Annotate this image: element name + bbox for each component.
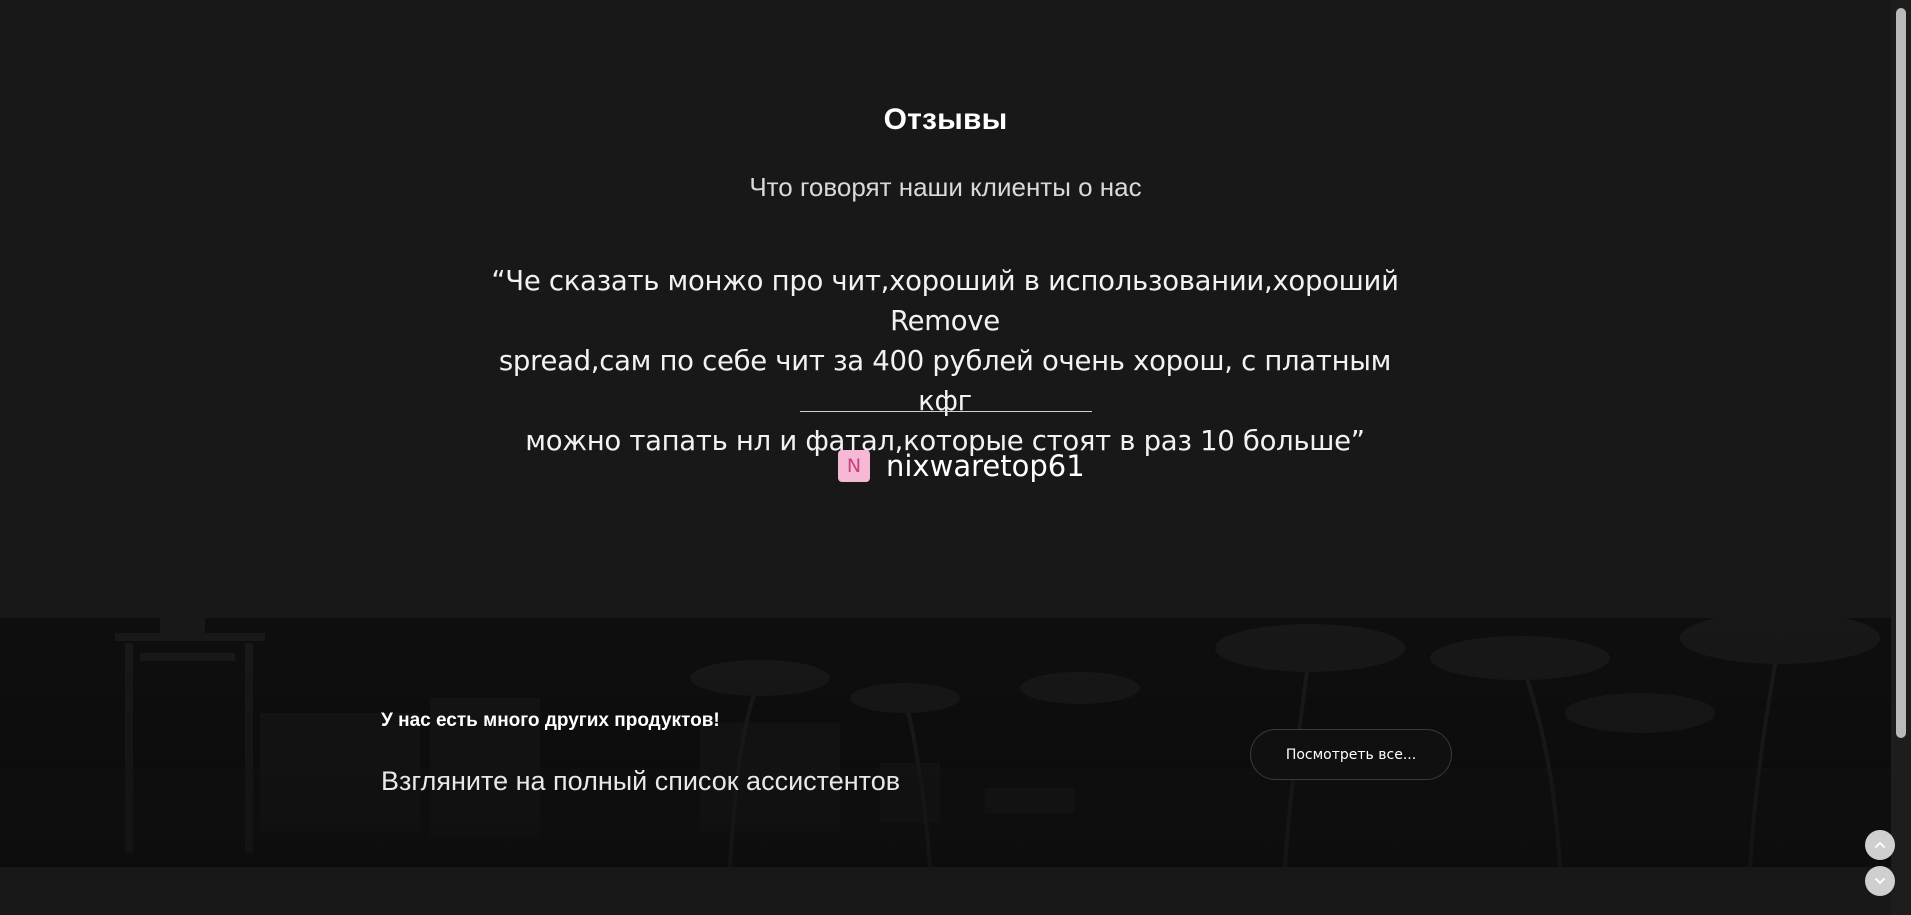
view-all-products-button[interactable]: Посмотреть все... — [1250, 729, 1452, 780]
review-divider — [800, 411, 1092, 412]
review-quote-line: spread,сам по себе чит за 400 рублей оче… — [498, 345, 1392, 417]
footer-strip — [0, 867, 1891, 915]
banner-overlay — [0, 618, 1891, 867]
page-scrollbar[interactable] — [1891, 0, 1911, 915]
author-name: nixwaretop61 — [886, 449, 1085, 483]
page: Отзывы Что говорят наши клиенты о нас “Ч… — [0, 0, 1911, 915]
scrollbar-thumb[interactable] — [1896, 8, 1906, 738]
reviews-title: Отзывы — [883, 103, 1008, 136]
scroll-up-button[interactable] — [1865, 830, 1895, 860]
banner-heading: У нас есть много других продуктов! — [381, 710, 720, 731]
review-quote: “Че сказать монжо про чит,хороший в испо… — [470, 261, 1420, 461]
review-author: N nixwaretop61 — [838, 449, 1085, 483]
chevron-down-icon — [1875, 878, 1885, 884]
review-quote-line: “Че сказать монжо про чит,хороший в испо… — [491, 265, 1399, 337]
author-avatar: N — [838, 450, 870, 482]
reviews-section: Отзывы Что говорят наши клиенты о нас “Ч… — [0, 0, 1891, 618]
scroll-down-button[interactable] — [1865, 866, 1895, 896]
products-banner: У нас есть много других продуктов! Взгля… — [0, 618, 1891, 867]
banner-text: Взгляните на полный список ассистентов — [381, 766, 901, 796]
chevron-up-icon — [1875, 842, 1885, 848]
reviews-subtitle: Что говорят наши клиенты о нас — [749, 172, 1142, 202]
